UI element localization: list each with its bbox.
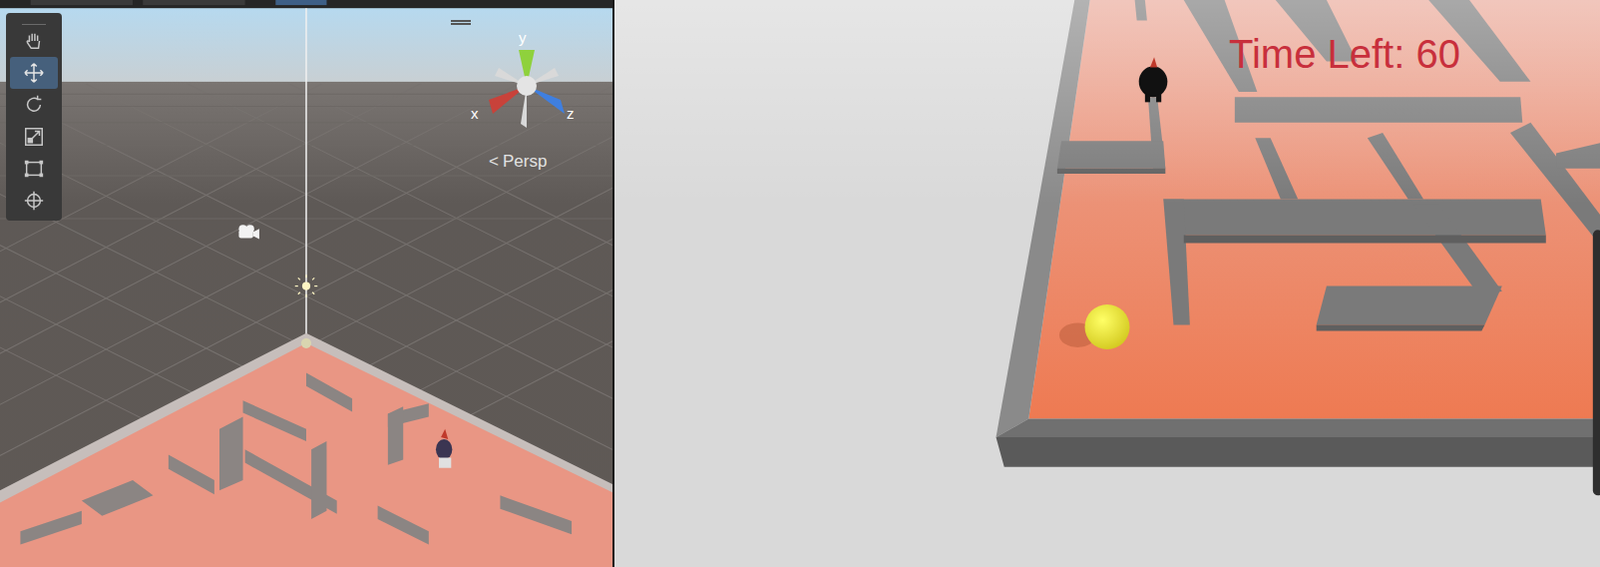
timer-label: Time Left: 60: [1228, 31, 1461, 76]
scale-icon: [22, 125, 45, 148]
menu-icon[interactable]: [450, 19, 471, 25]
tool-palette: [5, 12, 62, 221]
player-icon[interactable]: [435, 428, 452, 468]
transform-icon: [22, 189, 45, 212]
panel-divider[interactable]: [612, 0, 615, 567]
orientation-gizmo[interactable]: x y z: [468, 27, 589, 138]
tool-button[interactable]: [9, 88, 58, 121]
rotate-icon: [22, 93, 45, 116]
unity-editor: x y z <Persp Time Left: 60: [0, 0, 1600, 567]
projection-icon: <: [488, 151, 499, 172]
projection-label: Persp: [502, 151, 547, 172]
maze-plane[interactable]: [0, 333, 613, 567]
axis-label[interactable]: y: [518, 29, 527, 45]
move-icon: [22, 61, 45, 84]
scene-view[interactable]: x y z <Persp: [0, 0, 613, 567]
game-canvas: [614, 0, 1600, 567]
rect-icon: [22, 157, 45, 180]
tool-button[interactable]: [9, 184, 58, 217]
tool-button[interactable]: [9, 152, 58, 185]
tool-button[interactable]: [9, 120, 58, 153]
camera-icon[interactable]: [238, 224, 259, 239]
game-view: Time Left: 60: [614, 0, 1600, 567]
hand-icon: [22, 29, 45, 52]
tool-button[interactable]: [9, 24, 58, 57]
enemy-icon: [1139, 56, 1169, 102]
toolbar-handle[interactable]: [21, 12, 46, 25]
axis-label[interactable]: x: [470, 105, 479, 121]
tool-button[interactable]: [9, 56, 58, 89]
ball-icon: [1084, 304, 1130, 350]
projection-toggle[interactable]: <Persp: [488, 151, 547, 172]
axis-gizmo-icon: [468, 27, 589, 138]
light-icon[interactable]: [295, 274, 319, 298]
maze-board: [614, 0, 1600, 467]
axis-label[interactable]: z: [566, 105, 575, 121]
